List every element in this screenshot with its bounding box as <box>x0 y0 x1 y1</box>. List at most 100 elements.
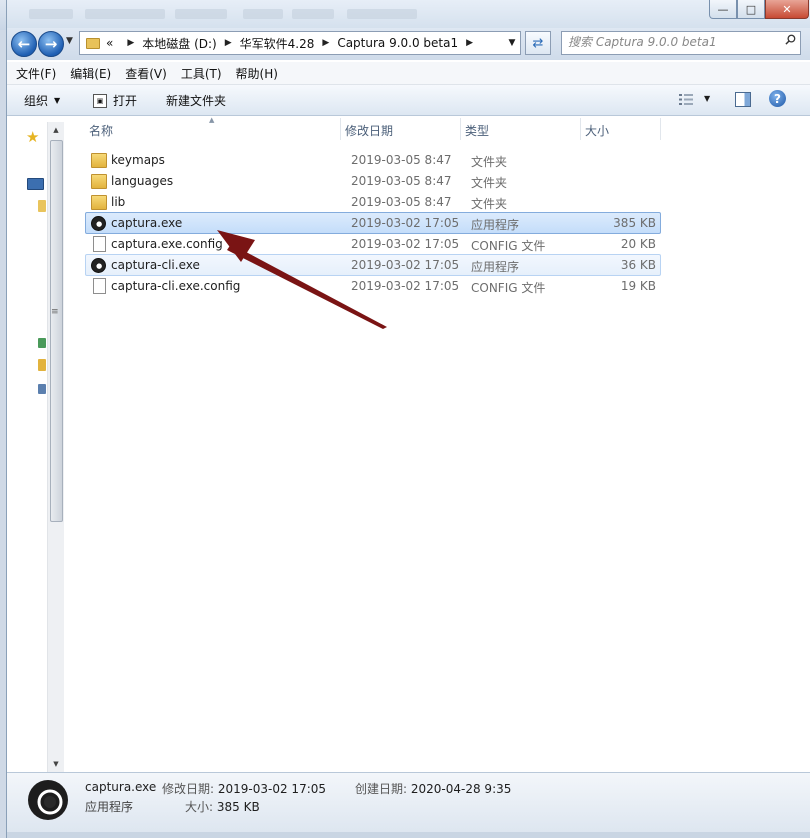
menu-file[interactable]: 文件(F) <box>7 62 61 84</box>
new-folder-label: 新建文件夹 <box>166 94 227 108</box>
column-divider[interactable] <box>660 118 661 140</box>
details-created-label: 创建日期: <box>355 782 408 796</box>
file-row[interactable]: captura-cli.exe.config 2019-03-02 17:05 … <box>85 275 661 297</box>
file-row[interactable]: languages 2019-03-05 8:47 文件夹 <box>85 170 661 192</box>
title-blur <box>85 9 165 19</box>
minimize-button[interactable]: — <box>709 0 737 19</box>
file-size: 385 KB <box>613 216 656 230</box>
forward-arrow-icon: → <box>44 35 58 53</box>
app-icon <box>91 258 106 273</box>
details-size-label: 大小: <box>185 800 214 814</box>
file-type: 应用程序 <box>471 218 520 232</box>
menu-help[interactable]: 帮助(H) <box>227 62 283 84</box>
desktop-icon[interactable] <box>27 178 44 190</box>
menu-edit[interactable]: 编辑(E) <box>61 62 116 84</box>
breadcrumb-item[interactable]: 华军软件4.28 <box>240 35 315 52</box>
title-bar: — □ ✕ <box>7 0 810 28</box>
forward-button[interactable]: → <box>38 31 64 57</box>
preview-pane-icon[interactable] <box>735 92 751 107</box>
column-divider[interactable] <box>340 118 341 140</box>
search-box <box>561 31 801 55</box>
file-row-selected[interactable]: captura.exe 2019-03-02 17:05 应用程序 385 KB <box>85 212 661 234</box>
chevron-right-icon[interactable]: ▶ <box>127 38 134 48</box>
recent-pages-dropdown[interactable]: ▼ <box>66 36 73 46</box>
refresh-icon: ⇄ <box>532 35 544 51</box>
address-dropdown-button[interactable]: ▼ <box>504 32 520 54</box>
folder-icon[interactable] <box>38 359 46 371</box>
file-type: CONFIG 文件 <box>471 239 546 253</box>
breadcrumb-item[interactable]: Captura 9.0.0 beta1 <box>337 36 458 50</box>
file-modified: 2019-03-05 8:47 <box>351 174 452 188</box>
app-icon <box>28 780 68 820</box>
chevron-right-icon[interactable]: ▶ <box>466 38 473 48</box>
title-blur <box>347 9 417 19</box>
app-icon <box>91 216 106 231</box>
views-icon[interactable] <box>679 94 693 105</box>
address-bar[interactable]: « ▶ 本地磁盘 (D:) ▶ 华军软件4.28 ▶ Captura 9.0.0… <box>79 31 521 55</box>
search-icon[interactable] <box>785 34 796 45</box>
file-icon <box>93 236 106 252</box>
file-row-hover[interactable]: captura-cli.exe 2019-03-02 17:05 应用程序 36… <box>85 254 661 276</box>
column-size[interactable]: 大小 <box>585 122 609 139</box>
file-row[interactable]: lib 2019-03-05 8:47 文件夹 <box>85 191 661 213</box>
file-name: captura.exe.config <box>111 237 223 251</box>
column-name[interactable]: 名称 <box>89 122 113 139</box>
title-blur <box>243 9 283 19</box>
scroll-down-arrow-icon[interactable]: ▼ <box>48 756 64 772</box>
search-input[interactable] <box>562 32 768 52</box>
address-row: ← → ▼ « ▶ 本地磁盘 (D:) ▶ 华军软件4.28 ▶ Captura… <box>7 28 810 60</box>
menu-bar: 文件(F) 编辑(E) 查看(V) 工具(T) 帮助(H) <box>7 62 810 85</box>
back-button[interactable]: ← <box>11 31 37 57</box>
status-strip <box>7 832 810 838</box>
window-controls: — □ ✕ <box>709 0 809 19</box>
file-modified: 2019-03-02 17:05 <box>351 216 460 230</box>
column-divider[interactable] <box>460 118 461 140</box>
file-name: lib <box>111 195 126 209</box>
chevron-right-icon[interactable]: ▶ <box>322 38 329 48</box>
network-icon[interactable] <box>38 338 46 348</box>
file-name: languages <box>111 174 174 188</box>
folder-icon <box>91 153 107 168</box>
title-blur <box>292 9 334 19</box>
file-row[interactable]: keymaps 2019-03-05 8:47 文件夹 <box>85 149 661 171</box>
title-blur <box>175 9 227 19</box>
close-button[interactable]: ✕ <box>765 0 809 19</box>
navigation-pane: ★ ▲ ≡ ▼ <box>7 116 64 772</box>
scrollbar-thumb[interactable] <box>50 140 63 522</box>
file-icon <box>93 278 106 294</box>
breadcrumb-overflow[interactable]: « <box>106 36 113 50</box>
explorer-window: — □ ✕ ← → ▼ « ▶ 本地磁盘 (D:) ▶ 华军软件4.28 ▶ C… <box>6 0 810 838</box>
open-label: 打开 <box>113 94 138 108</box>
favorites-star-icon[interactable]: ★ <box>26 128 39 146</box>
computer-icon[interactable] <box>38 384 46 394</box>
column-type[interactable]: 类型 <box>465 122 489 139</box>
organize-button[interactable]: 组织 ▼ <box>24 92 60 109</box>
nav-scrollbar[interactable]: ▲ ≡ ▼ <box>47 122 64 772</box>
title-blur <box>29 9 73 19</box>
refresh-button[interactable]: ⇄ <box>525 31 551 55</box>
file-name: captura-cli.exe.config <box>111 279 241 293</box>
column-modified[interactable]: 修改日期 <box>345 122 393 139</box>
maximize-button[interactable]: □ <box>737 0 765 19</box>
new-folder-button[interactable]: 新建文件夹 <box>166 92 226 109</box>
breadcrumb-item[interactable]: 本地磁盘 (D:) <box>142 35 216 52</box>
back-arrow-icon: ← <box>17 35 31 53</box>
help-icon[interactable]: ? <box>769 90 786 107</box>
details-created: 创建日期: 2020-04-28 9:35 <box>355 780 511 797</box>
library-icon[interactable] <box>38 200 46 212</box>
file-modified: 2019-03-02 17:05 <box>351 279 460 293</box>
chevron-down-icon: ▼ <box>54 96 61 105</box>
chevron-right-icon[interactable]: ▶ <box>225 38 232 48</box>
details-modified-label: 修改日期: <box>162 782 215 796</box>
sort-arrow-icon: ▲ <box>209 116 215 124</box>
column-divider[interactable] <box>580 118 581 140</box>
menu-tools[interactable]: 工具(T) <box>172 62 227 84</box>
file-row[interactable]: captura.exe.config 2019-03-02 17:05 CONF… <box>85 233 661 255</box>
scroll-up-arrow-icon[interactable]: ▲ <box>48 122 64 138</box>
file-modified: 2019-03-05 8:47 <box>351 195 452 209</box>
file-name: captura-cli.exe <box>111 258 200 272</box>
chevron-down-icon[interactable]: ▼ <box>704 94 710 103</box>
open-icon: ▣ <box>93 93 107 108</box>
menu-view[interactable]: 查看(V) <box>116 62 172 84</box>
open-button[interactable]: ▣ 打开 <box>93 92 137 109</box>
